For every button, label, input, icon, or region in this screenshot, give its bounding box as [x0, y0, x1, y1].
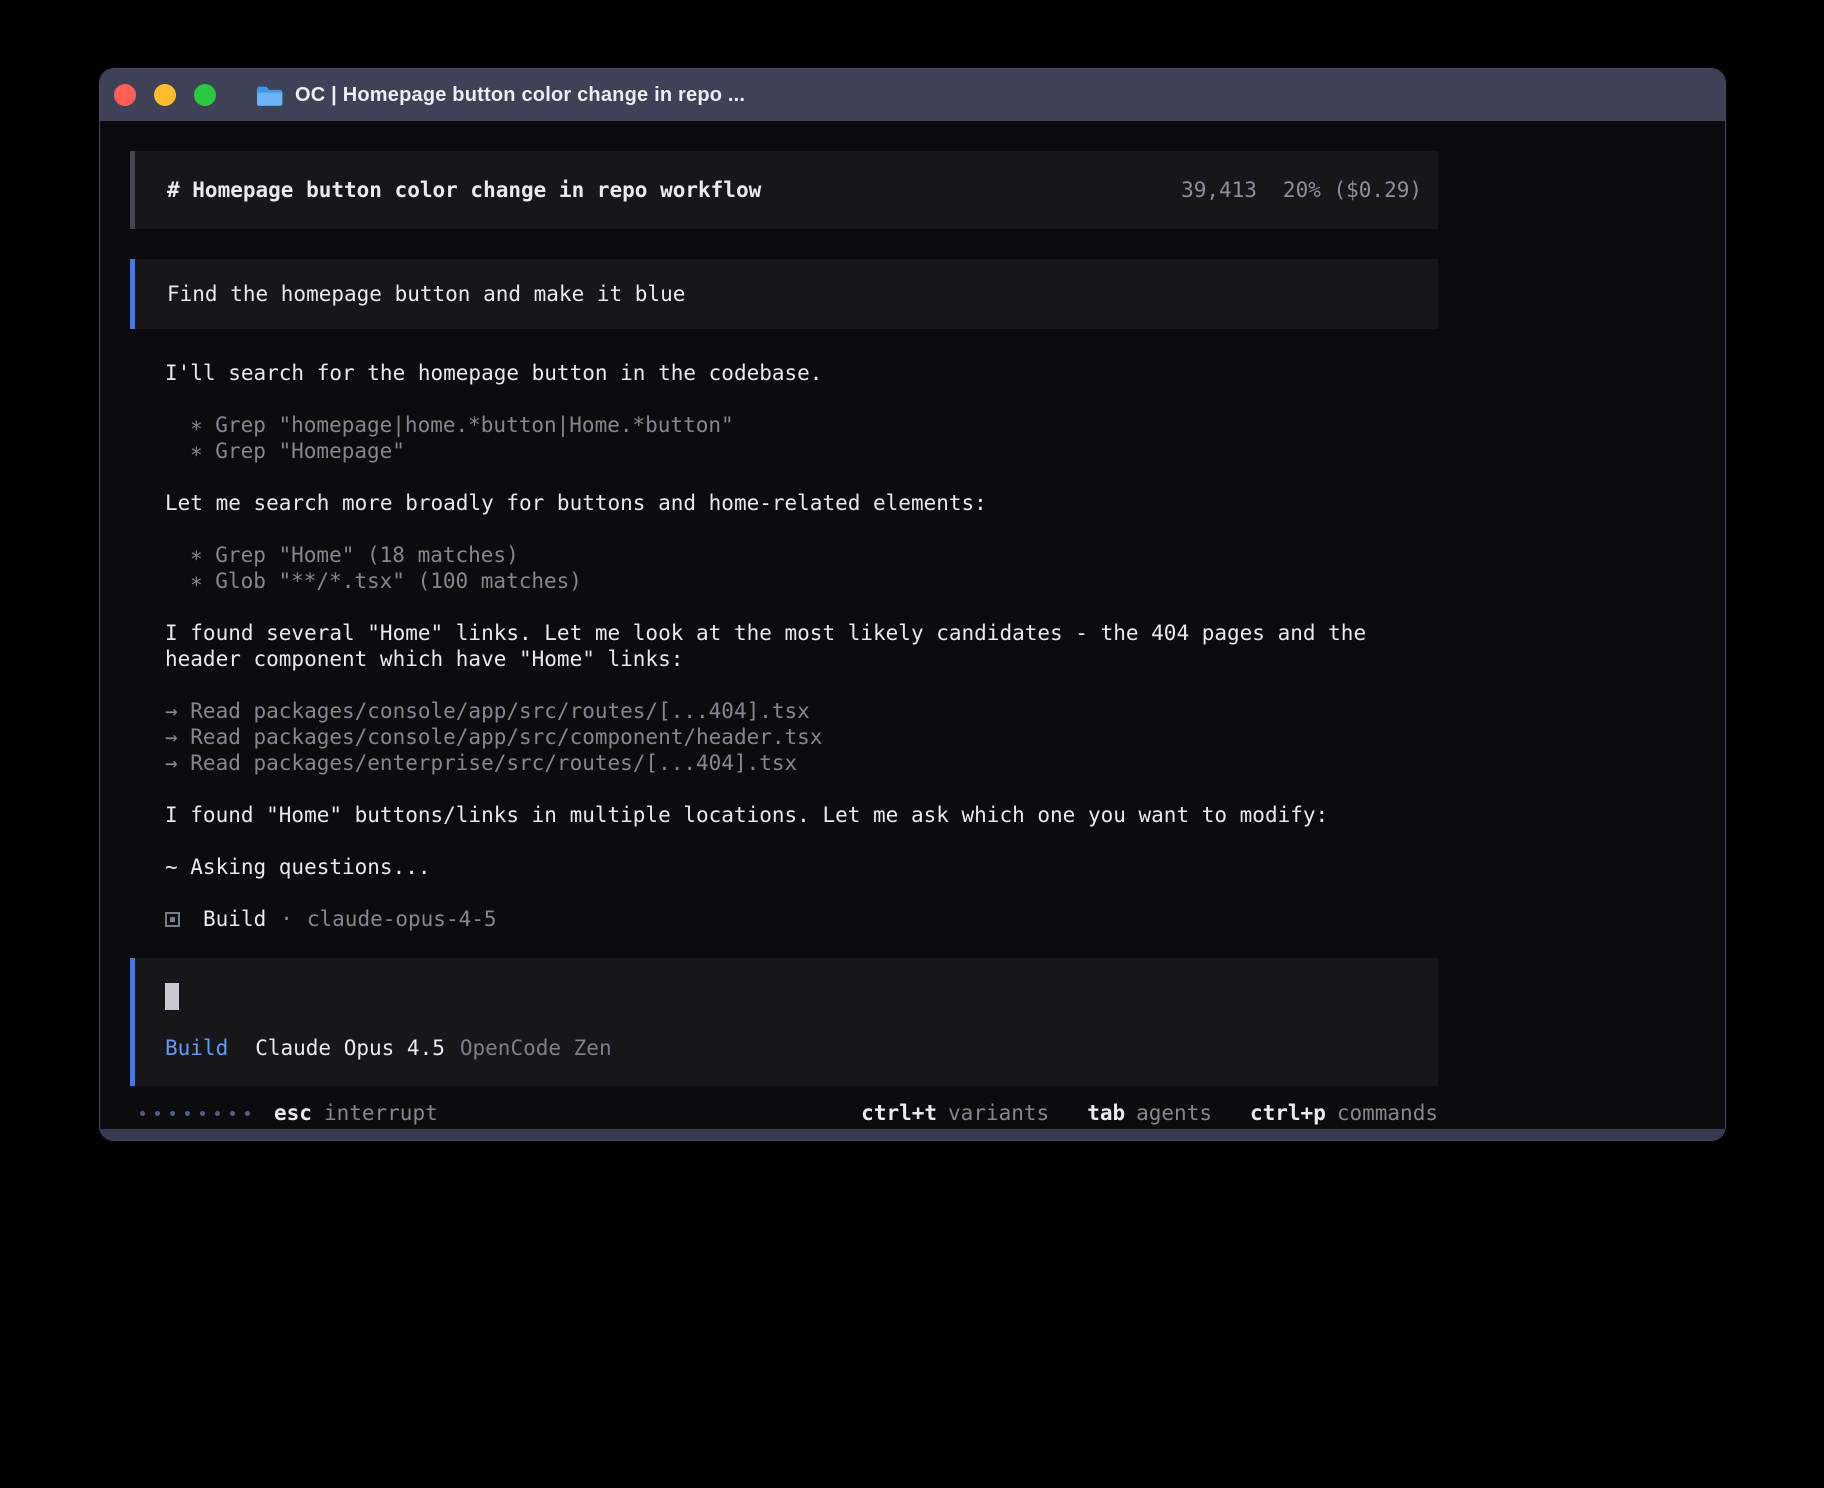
hint-commands[interactable]: ctrl+p commands	[1250, 1100, 1438, 1126]
prompt-input[interactable]: Build Claude Opus 4.5 OpenCode Zen	[130, 958, 1438, 1086]
hint-key: ctrl+p	[1250, 1100, 1326, 1126]
hint-key: tab	[1087, 1100, 1125, 1126]
assistant-text: I found "Home" buttons/links in multiple…	[165, 802, 1438, 828]
keyboard-hints: ctrl+t variants tab agents ctrl+p comman…	[861, 1100, 1438, 1126]
assistant-text: I found several "Home" links. Let me loo…	[165, 620, 1438, 672]
tool-call-read: → Read packages/enterprise/src/routes/[.…	[165, 750, 1438, 776]
progress-dots	[140, 1111, 250, 1116]
close-button[interactable]	[114, 84, 136, 106]
session-title: # Homepage button color change in repo w…	[167, 177, 761, 203]
esc-label: interrupt	[324, 1100, 438, 1126]
session-header: # Homepage button color change in repo w…	[130, 151, 1438, 229]
traffic-lights	[114, 84, 234, 106]
input-agent-mode[interactable]: Build	[165, 1035, 228, 1061]
zoom-button[interactable]	[194, 84, 216, 106]
conversation: I'll search for the homepage button in t…	[165, 360, 1438, 932]
input-model[interactable]: Claude Opus 4.5	[255, 1035, 445, 1061]
text-cursor	[165, 983, 179, 1010]
tool-call-group: ∗ Grep "Home" (18 matches) ∗ Glob "**/*.…	[165, 542, 1438, 594]
session-stats: 39,413 20% ($0.29)	[1181, 177, 1422, 203]
user-message: Find the homepage button and make it blu…	[130, 259, 1438, 329]
tool-call-group: → Read packages/console/app/src/routes/[…	[165, 698, 1438, 776]
esc-hint[interactable]: esc interrupt	[274, 1100, 438, 1126]
agent-square-icon	[165, 912, 180, 927]
agent-line: Build · claude-opus-4-5	[165, 906, 1438, 932]
hint-key: ctrl+t	[861, 1100, 937, 1126]
window-bottom-edge	[100, 1129, 1725, 1140]
tool-call-grep: ∗ Grep "Home" (18 matches)	[165, 542, 1438, 568]
hint-variants[interactable]: ctrl+t variants	[861, 1100, 1049, 1126]
input-provider: OpenCode Zen	[460, 1035, 612, 1061]
tool-call-grep: ∗ Grep "Homepage"	[165, 438, 1438, 464]
assistant-text: Let me search more broadly for buttons a…	[165, 490, 1438, 516]
assistant-text: I'll search for the homepage button in t…	[165, 360, 1438, 386]
tool-call-read: → Read packages/console/app/src/componen…	[165, 724, 1438, 750]
minimize-button[interactable]	[154, 84, 176, 106]
tool-call-grep: ∗ Grep "homepage|home.*button|Home.*butt…	[165, 412, 1438, 438]
tool-call-glob: ∗ Glob "**/*.tsx" (100 matches)	[165, 568, 1438, 594]
user-message-text: Find the homepage button and make it blu…	[167, 281, 685, 307]
terminal-window: OC | Homepage button color change in rep…	[99, 68, 1726, 1141]
hint-agents[interactable]: tab agents	[1087, 1100, 1212, 1126]
tool-call-group: ∗ Grep "homepage|home.*button|Home.*butt…	[165, 412, 1438, 464]
titlebar[interactable]: OC | Homepage button color change in rep…	[100, 69, 1725, 121]
agent-model: claude-opus-4-5	[307, 906, 497, 932]
hint-label: agents	[1136, 1100, 1212, 1126]
separator-dot: ·	[280, 906, 293, 932]
token-count: 39,413	[1181, 177, 1257, 203]
tool-call-read: → Read packages/console/app/src/routes/[…	[165, 698, 1438, 724]
input-meta: Build Claude Opus 4.5 OpenCode Zen	[165, 1035, 1406, 1061]
hint-label: variants	[948, 1100, 1049, 1126]
esc-key: esc	[274, 1100, 312, 1126]
context-usage: 20% ($0.29)	[1283, 177, 1422, 203]
terminal-content: # Homepage button color change in repo w…	[100, 121, 1725, 1126]
folder-icon	[256, 85, 283, 106]
window-title: OC | Homepage button color change in rep…	[295, 84, 745, 107]
status-bar: esc interrupt ctrl+t variants tab agents…	[130, 1100, 1438, 1126]
working-status: ~ Asking questions...	[165, 854, 1438, 880]
hint-label: commands	[1337, 1100, 1438, 1126]
agent-name: Build	[203, 906, 266, 932]
